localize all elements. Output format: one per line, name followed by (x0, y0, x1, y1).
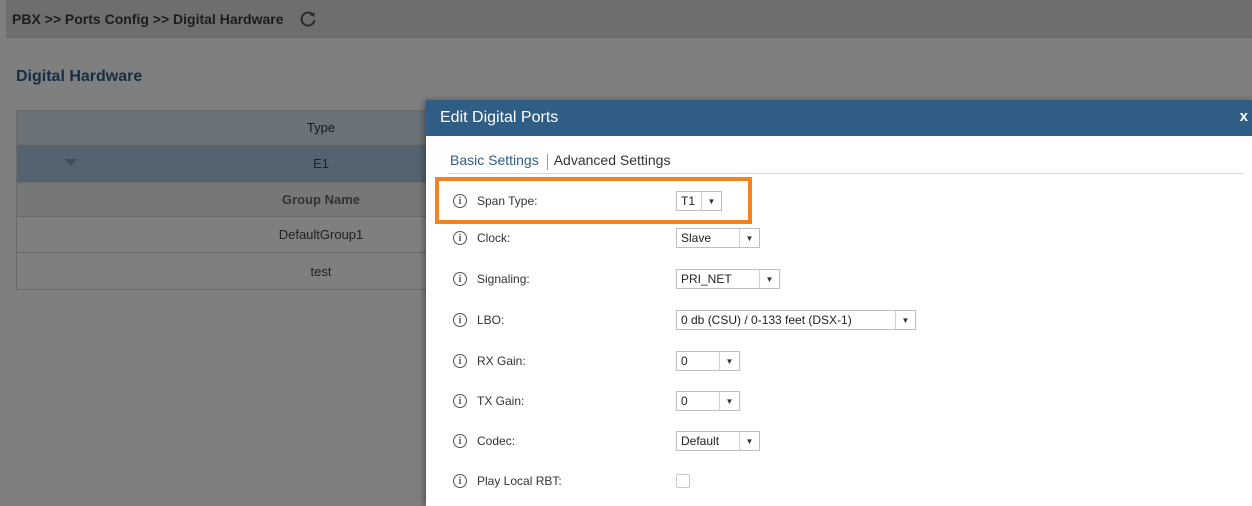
close-icon[interactable]: x (1240, 108, 1248, 125)
chevron-down-icon: ▼ (895, 311, 915, 329)
codec-label: Codec: (477, 434, 516, 448)
span-type-row: i Span Type: T1 ▼ (448, 188, 1238, 214)
info-icon[interactable]: i (453, 354, 467, 368)
clock-row: i Clock: Slave ▼ (448, 225, 1238, 251)
signaling-row: i Signaling: PRI_NET ▼ (448, 266, 1238, 292)
clock-value: Slave (681, 231, 712, 245)
info-icon[interactable]: i (453, 434, 467, 448)
info-icon[interactable]: i (453, 474, 467, 488)
tx-gain-row: i TX Gain: 0 ▼ (448, 388, 1238, 414)
chevron-down-icon: ▼ (739, 229, 759, 247)
clock-label: Clock: (477, 231, 511, 245)
dialog-title: Edit Digital Ports (440, 109, 559, 126)
lbo-label: LBO: (477, 313, 505, 327)
tx-gain-select[interactable]: 0 ▼ (676, 391, 740, 411)
play-local-rbt-row: i Play Local RBT: (448, 468, 1238, 494)
clock-select[interactable]: Slave ▼ (676, 228, 760, 248)
dialog-header: Edit Digital Ports x (426, 100, 1252, 136)
signaling-value: PRI_NET (681, 272, 732, 286)
chevron-down-icon: ▼ (701, 192, 721, 210)
info-icon[interactable]: i (453, 231, 467, 245)
info-icon[interactable]: i (453, 272, 467, 286)
codec-row: i Codec: Default ▼ (448, 428, 1238, 454)
rx-gain-value: 0 (681, 354, 688, 368)
rx-gain-select[interactable]: 0 ▼ (676, 351, 740, 371)
info-icon[interactable]: i (453, 313, 467, 327)
play-local-rbt-checkbox[interactable] (676, 474, 690, 488)
signaling-select[interactable]: PRI_NET ▼ (676, 269, 780, 289)
chevron-down-icon: ▼ (759, 270, 779, 288)
lbo-row: i LBO: 0 db (CSU) / 0-133 feet (DSX-1) ▼ (448, 307, 1238, 333)
chevron-down-icon: ▼ (739, 432, 759, 450)
rx-gain-row: i RX Gain: 0 ▼ (448, 348, 1238, 374)
tab-advanced-settings[interactable]: Advanced Settings (552, 150, 675, 168)
info-icon[interactable]: i (453, 194, 467, 208)
span-type-select[interactable]: T1 ▼ (676, 191, 722, 211)
play-local-rbt-label: Play Local RBT: (477, 474, 562, 488)
tx-gain-label: TX Gain: (477, 394, 525, 408)
signaling-label: Signaling: (477, 272, 530, 286)
codec-select[interactable]: Default ▼ (676, 431, 760, 451)
span-type-label: Span Type: (477, 194, 538, 208)
lbo-value: 0 db (CSU) / 0-133 feet (DSX-1) (681, 313, 852, 327)
codec-value: Default (681, 434, 720, 448)
tab-separator (546, 154, 548, 170)
lbo-select[interactable]: 0 db (CSU) / 0-133 feet (DSX-1) ▼ (676, 310, 916, 330)
info-icon[interactable]: i (453, 394, 467, 408)
tab-basic-settings[interactable]: Basic Settings (448, 150, 543, 168)
span-type-value: T1 (681, 194, 696, 208)
tx-gain-value: 0 (681, 394, 688, 408)
chevron-down-icon: ▼ (719, 352, 739, 370)
chevron-down-icon: ▼ (719, 392, 739, 410)
rx-gain-label: RX Gain: (477, 354, 526, 368)
dialog-tabs: Basic Settings Advanced Settings (448, 150, 1244, 174)
edit-digital-ports-dialog: Edit Digital Ports x Basic Settings Adva… (426, 100, 1252, 506)
